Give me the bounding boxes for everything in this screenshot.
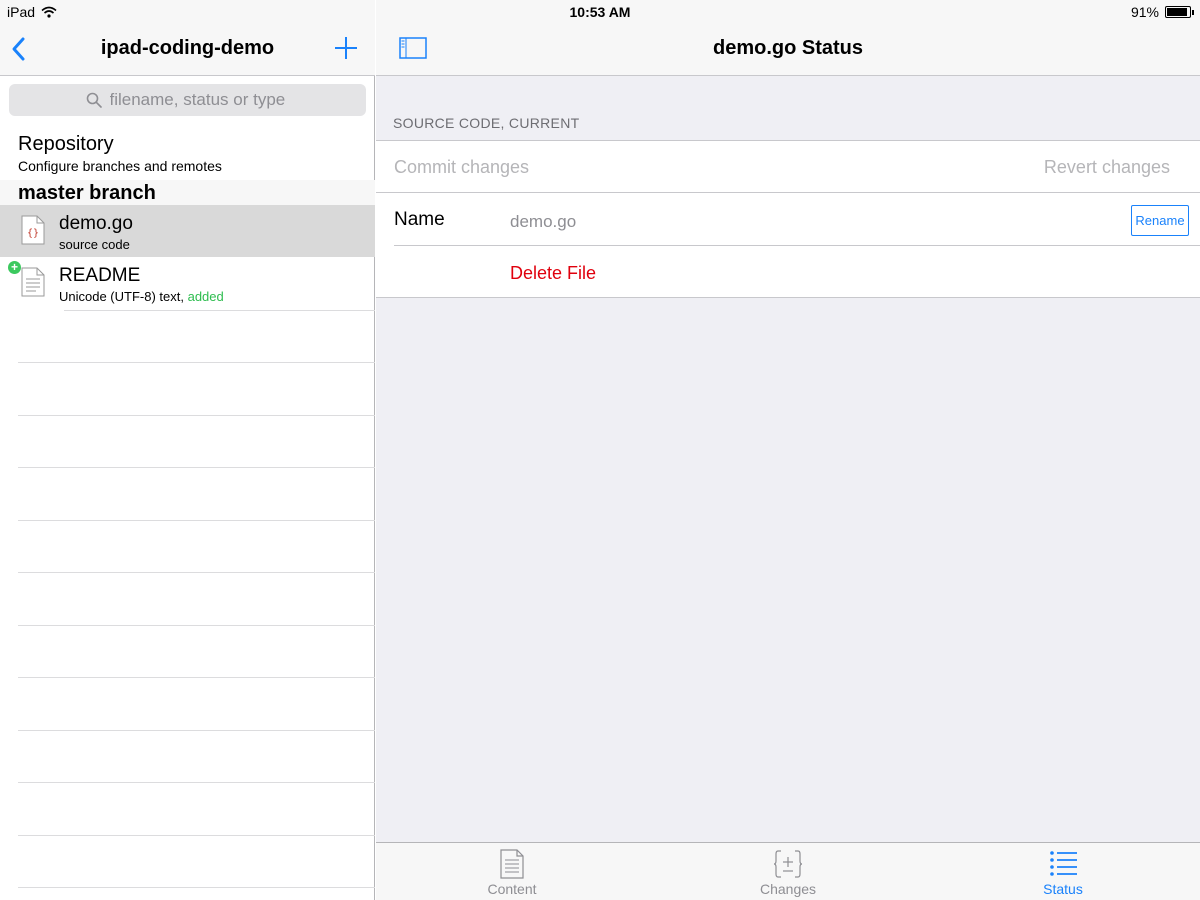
- file-status-added: added: [187, 289, 224, 304]
- list-separator: [18, 625, 375, 626]
- row-separator: [394, 245, 1200, 246]
- repository-row-title: Repository: [18, 133, 114, 155]
- search-icon: [86, 92, 102, 108]
- status-bar: iPad 10:53 AM 91%: [0, 0, 1200, 24]
- group-header: SOURCE CODE, CURRENT: [393, 115, 580, 131]
- list-separator: [18, 730, 375, 731]
- list-separator: [18, 467, 375, 468]
- search-input[interactable]: [109, 90, 290, 110]
- status-bar-right: 91%: [1130, 4, 1194, 20]
- battery-percent: 91%: [1130, 4, 1159, 20]
- file-type-text: Unicode (UTF-8) text,: [59, 289, 188, 304]
- tab-status[interactable]: Status: [1003, 843, 1123, 900]
- tab-bar: Content Changes Status: [376, 842, 1200, 900]
- file-type: source code: [59, 237, 130, 252]
- tab-label: Changes: [759, 881, 817, 897]
- list-separator: [64, 310, 375, 311]
- file-status-group: Commit changes Revert changes Name demo.…: [376, 140, 1200, 298]
- plus-icon[interactable]: [333, 35, 359, 61]
- file-row-readme[interactable]: + README Unicode (UTF-8) text, added: [0, 257, 375, 309]
- tab-changes[interactable]: Changes: [728, 843, 848, 900]
- code-file-icon: {}: [21, 215, 45, 245]
- battery-level: [1167, 8, 1188, 16]
- file-name-value: demo.go: [510, 212, 577, 231]
- diff-icon: [773, 850, 803, 878]
- svg-text:{}: {}: [27, 228, 39, 239]
- file-type: Unicode (UTF-8) text, added: [59, 289, 224, 304]
- list-separator: [18, 782, 375, 783]
- list-separator: [18, 415, 375, 416]
- detail-pane: demo.go Status SOURCE CODE, CURRENT Comm…: [376, 0, 1200, 900]
- branch-section-header: master branch: [0, 180, 375, 205]
- added-badge-icon: +: [8, 261, 21, 274]
- list-separator: [18, 677, 375, 678]
- tab-label: Status: [1043, 881, 1083, 897]
- clock: 10:53 AM: [569, 4, 631, 20]
- list-separator: [18, 572, 375, 573]
- battery-icon: [1165, 6, 1194, 18]
- list-icon: [1050, 851, 1077, 876]
- file-name: demo.go: [59, 213, 133, 234]
- repository-row[interactable]: Repository Configure branches and remote…: [18, 133, 368, 174]
- text-file-icon: [21, 267, 45, 297]
- delete-file-button[interactable]: Delete File: [510, 263, 596, 284]
- list-separator: [18, 362, 375, 363]
- commit-changes-button[interactable]: Commit changes: [394, 157, 529, 178]
- revert-changes-button[interactable]: Revert changes: [1044, 157, 1170, 178]
- rename-button[interactable]: Rename: [1131, 205, 1189, 236]
- master-pane: ipad-coding-demo Repository Configure br…: [0, 0, 375, 900]
- list-separator: [18, 835, 375, 836]
- document-icon: [500, 849, 524, 879]
- repository-title: ipad-coding-demo: [100, 37, 275, 59]
- tab-content[interactable]: Content: [452, 843, 572, 900]
- file-name: README: [59, 265, 141, 286]
- detail-title: demo.go Status: [712, 37, 863, 59]
- name-label: Name: [394, 209, 445, 230]
- list-separator: [18, 520, 375, 521]
- search-bar[interactable]: [9, 84, 366, 116]
- list-separator: [18, 887, 375, 888]
- row-separator: [376, 192, 1200, 193]
- repository-row-subtitle: Configure branches and remotes: [18, 158, 222, 174]
- tab-label: Content: [487, 881, 537, 897]
- file-row-demo-go[interactable]: {} demo.go source code: [0, 205, 375, 257]
